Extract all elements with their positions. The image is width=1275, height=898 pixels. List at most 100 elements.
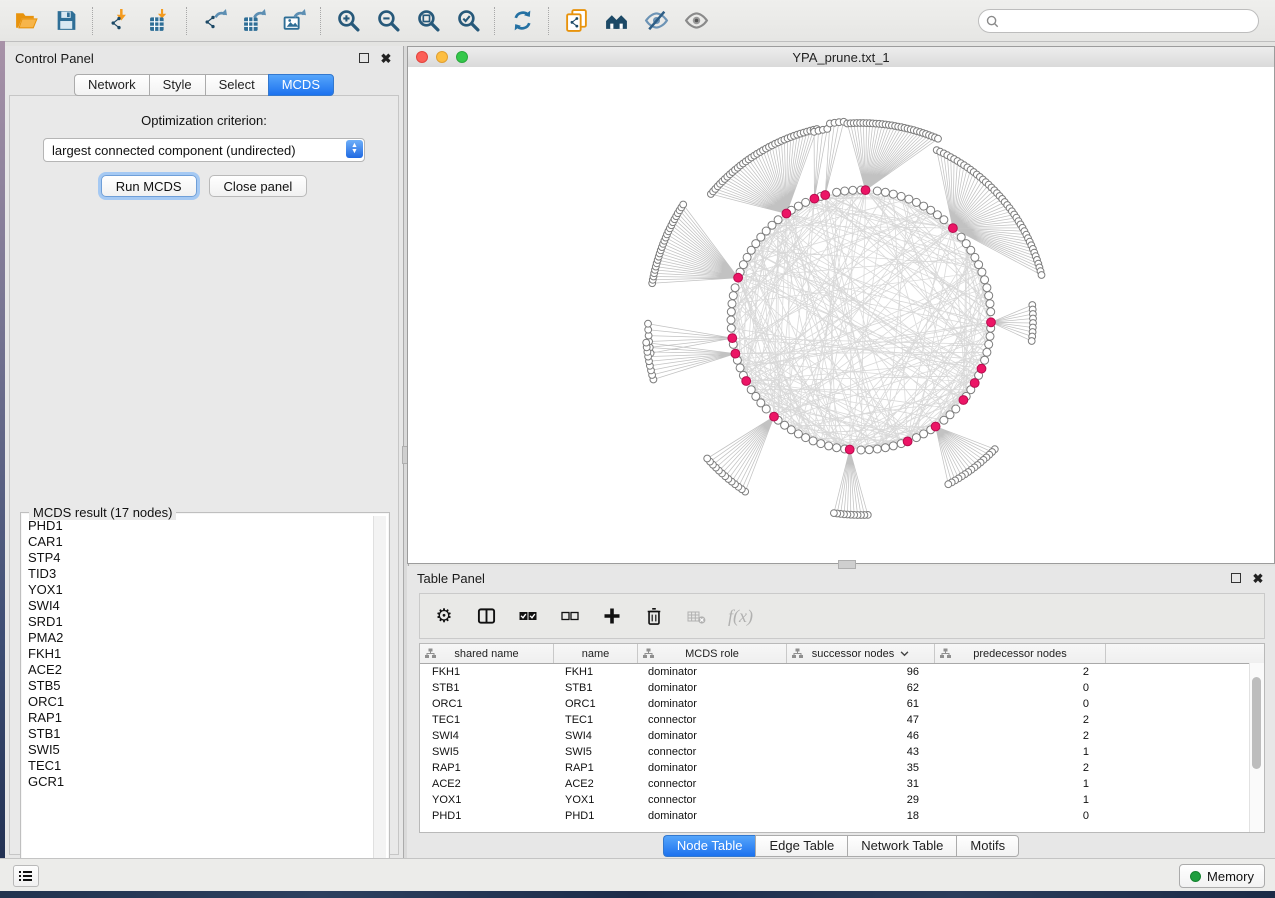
cell-shared-name: RAP1: [420, 762, 553, 774]
mcds-result-item[interactable]: ORC1: [25, 694, 371, 710]
clone-network-button[interactable]: [556, 3, 596, 39]
column-header-MCDS-role[interactable]: MCDS role: [638, 644, 787, 663]
table-tab-edge-table[interactable]: Edge Table: [755, 835, 847, 857]
zoom-fit-button[interactable]: [408, 3, 448, 39]
toolbar-separator: [186, 7, 188, 35]
cell-MCDS-role: connector: [636, 746, 784, 758]
list-icon: [19, 870, 33, 882]
cell-predecessor-nodes: 0: [931, 810, 1101, 822]
tab-mcds[interactable]: MCDS: [268, 74, 334, 96]
column-header-shared-name[interactable]: shared name: [420, 644, 554, 663]
mcds-result-item[interactable]: GCR1: [25, 774, 371, 790]
cell-successor-nodes: 62: [784, 682, 931, 694]
cell-successor-nodes: 31: [784, 778, 931, 790]
zoom-out-button[interactable]: [368, 3, 408, 39]
mcds-result-item[interactable]: SRD1: [25, 614, 371, 630]
run-mcds-button[interactable]: Run MCDS: [101, 175, 197, 197]
cell-shared-name: SWI4: [420, 730, 553, 742]
tab-style[interactable]: Style: [149, 74, 205, 96]
mcds-result-item[interactable]: TID3: [25, 566, 371, 582]
attribute-icon: [643, 648, 654, 659]
table-row[interactable]: TEC1TEC1connector472: [420, 712, 1264, 728]
cell-successor-nodes: 47: [784, 714, 931, 726]
column-settings-button[interactable]: ⚙: [434, 605, 454, 627]
mcds-result-item[interactable]: ACE2: [25, 662, 371, 678]
mcds-result-item[interactable]: STB1: [25, 726, 371, 742]
result-scrollbar[interactable]: [373, 516, 386, 886]
mcds-result-item[interactable]: RAP1: [25, 710, 371, 726]
cell-shared-name: ACE2: [420, 778, 553, 790]
select-all-button[interactable]: [518, 605, 538, 627]
network-canvas[interactable]: [408, 67, 1274, 563]
mcds-result-item[interactable]: STB5: [25, 678, 371, 694]
network-titlebar[interactable]: YPA_prune.txt_1: [408, 47, 1274, 68]
table-row[interactable]: ACE2ACE2connector311: [420, 776, 1264, 792]
mcds-result-item[interactable]: SWI5: [25, 742, 371, 758]
export-network-button[interactable]: [194, 3, 234, 39]
import-network-button[interactable]: [100, 3, 140, 39]
mcds-result-item[interactable]: STP4: [25, 550, 371, 566]
first-neighbors-button[interactable]: [596, 3, 636, 39]
hide-selected-button[interactable]: [636, 3, 676, 39]
tab-select[interactable]: Select: [205, 74, 268, 96]
clone-network-icon: [564, 8, 589, 33]
zoom-in-button[interactable]: [328, 3, 368, 39]
optimization-label: Optimization criterion:: [10, 113, 398, 128]
table-row[interactable]: SWI4SWI4dominator462: [420, 728, 1264, 744]
search-input[interactable]: [999, 14, 1258, 28]
cell-shared-name: STB1: [420, 682, 553, 694]
delete-table-button: [686, 605, 706, 627]
close-panel-icon[interactable]: ✖: [379, 51, 393, 65]
column-header-predecessor-nodes[interactable]: predecessor nodes: [935, 644, 1106, 663]
mcds-result-item[interactable]: FKH1: [25, 646, 371, 662]
mcds-result-item[interactable]: PMA2: [25, 630, 371, 646]
table-tab-motifs[interactable]: Motifs: [956, 835, 1019, 857]
memory-button[interactable]: Memory: [1179, 864, 1265, 888]
horizontal-splitter-handle[interactable]: [838, 560, 856, 569]
export-table-button[interactable]: [234, 3, 274, 39]
save-session-button[interactable]: [46, 3, 86, 39]
table-scrollbar[interactable]: [1249, 663, 1264, 832]
column-header-successor-nodes[interactable]: successor nodes: [787, 644, 935, 663]
search-box[interactable]: [978, 9, 1259, 33]
network-graph[interactable]: [408, 67, 1274, 563]
delete-columns-button[interactable]: [644, 605, 664, 627]
tab-network[interactable]: Network: [74, 74, 149, 96]
float-table-panel-icon[interactable]: [1229, 571, 1243, 585]
mcds-result-item[interactable]: CAR1: [25, 534, 371, 550]
table-row[interactable]: SWI5SWI5connector431: [420, 744, 1264, 760]
table-row[interactable]: RAP1RAP1dominator352: [420, 760, 1264, 776]
zoom-selected-button[interactable]: [448, 3, 488, 39]
table-row[interactable]: STB1STB1dominator620: [420, 680, 1264, 696]
refresh-layout-button[interactable]: [502, 3, 542, 39]
mcds-result-item[interactable]: SWI4: [25, 598, 371, 614]
table-row[interactable]: PHD1PHD1dominator180: [420, 808, 1264, 824]
optimization-select[interactable]: largest connected component (undirected)…: [43, 138, 365, 162]
add-column-button[interactable]: [602, 605, 622, 627]
show-all-button[interactable]: [676, 3, 716, 39]
close-panel-button[interactable]: Close panel: [209, 175, 308, 197]
import-table-button[interactable]: [140, 3, 180, 39]
table-scrollbar-thumb[interactable]: [1252, 677, 1261, 769]
close-table-panel-icon[interactable]: ✖: [1251, 571, 1265, 585]
table-row[interactable]: FKH1FKH1dominator962: [420, 664, 1264, 680]
mcds-result-item[interactable]: TEC1: [25, 758, 371, 774]
export-image-button[interactable]: [274, 3, 314, 39]
export-table-icon: [242, 8, 267, 33]
table-tab-network-table[interactable]: Network Table: [847, 835, 956, 857]
mcds-result-list[interactable]: PHD1CAR1STP4TID3YOX1SWI4SRD1PMA2FKH1ACE2…: [25, 518, 371, 885]
cell-name: STB1: [553, 682, 636, 694]
column-header-name[interactable]: name: [554, 644, 638, 663]
float-panel-icon[interactable]: [357, 51, 371, 65]
table-tab-node-table[interactable]: Node Table: [663, 835, 756, 857]
mcds-result-item[interactable]: PHD1: [25, 518, 371, 534]
table-row[interactable]: ORC1ORC1dominator610: [420, 696, 1264, 712]
task-history-button[interactable]: [13, 865, 39, 887]
split-table-button[interactable]: [476, 605, 496, 627]
open-session-button[interactable]: [6, 3, 46, 39]
deselect-all-button[interactable]: [560, 605, 580, 627]
mcds-result-item[interactable]: YOX1: [25, 582, 371, 598]
cell-shared-name: SWI5: [420, 746, 553, 758]
zoom-selected-icon: [456, 8, 481, 33]
table-row[interactable]: YOX1YOX1connector291: [420, 792, 1264, 808]
